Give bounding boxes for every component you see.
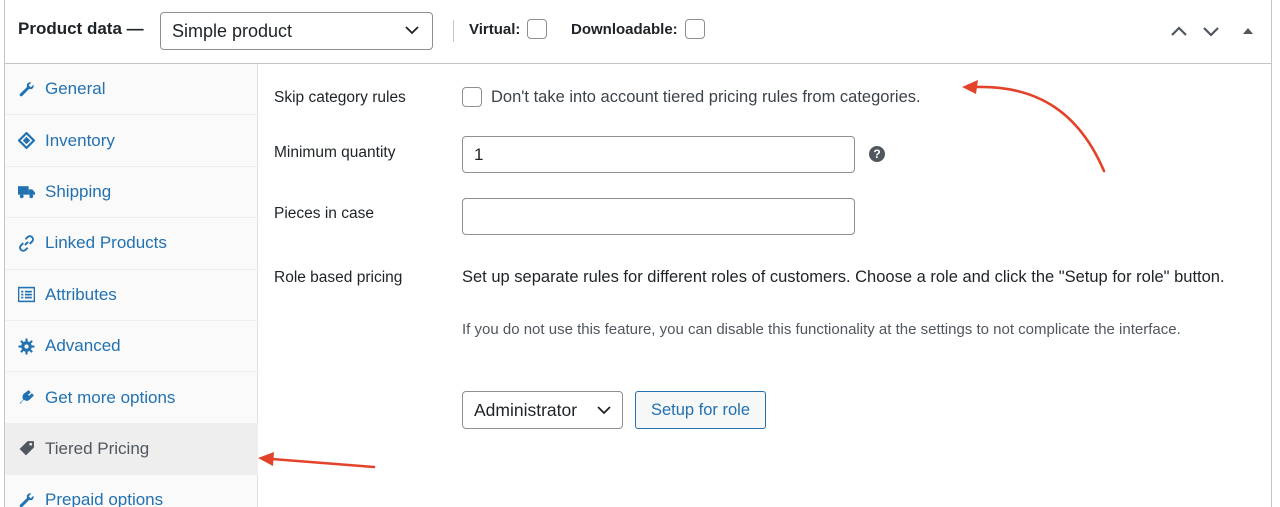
product-data-header: Product data — Simple product Virtual: D… [5, 0, 1271, 64]
tab-label: Get more options [45, 387, 176, 407]
truck-icon [18, 186, 35, 199]
link-icon [19, 235, 34, 252]
tab-label: Shipping [45, 181, 112, 201]
chevron-up-icon[interactable] [1169, 22, 1189, 40]
price-tag-icon [19, 441, 34, 456]
skip-category-label: Skip category rules [274, 89, 406, 106]
product-type-select[interactable]: Simple product [160, 12, 433, 50]
chevron-down-icon [405, 26, 419, 35]
list-icon [18, 287, 35, 303]
tab-label: General [45, 79, 106, 99]
role-pricing-description: Set up separate rules for different role… [462, 268, 1225, 286]
tab-tiered-pricing[interactable]: Tiered Pricing [5, 423, 258, 476]
tab-inventory[interactable]: Inventory [5, 115, 258, 167]
role-pricing-label: Role based pricing [274, 269, 403, 286]
chevron-down-icon [597, 406, 611, 415]
tab-attributes[interactable]: Attributes [5, 270, 258, 321]
skip-category-description: Don't take into account tiered pricing r… [491, 88, 921, 106]
plugin-icon [19, 390, 34, 404]
tab-label: Inventory [45, 130, 115, 150]
tab-label: Linked Products [45, 233, 167, 253]
tab-label: Prepaid options [45, 490, 164, 507]
tab-label: Attributes [45, 284, 117, 304]
tag-icon [18, 132, 35, 150]
minimum-quantity-label: Minimum quantity [274, 144, 396, 161]
virtual-checkbox[interactable] [527, 19, 547, 39]
pieces-in-case-label: Pieces in case [274, 205, 374, 222]
tab-general[interactable]: General [5, 64, 258, 116]
collapse-triangle-icon[interactable] [1241, 22, 1255, 40]
tab-label: Tiered Pricing [45, 438, 150, 458]
tab-prepaid-options[interactable]: Prepaid options [5, 475, 258, 507]
wrench-icon [19, 493, 34, 507]
minimum-quantity-input[interactable] [462, 136, 855, 173]
role-select[interactable]: Administrator [462, 391, 623, 429]
product-data-tabs: General Inventory Shipping Linked Produc… [5, 64, 258, 507]
role-pricing-note: If you do not use this feature, you can … [462, 321, 1181, 338]
pieces-in-case-input[interactable] [462, 198, 855, 235]
skip-category-checkbox[interactable] [462, 87, 482, 107]
virtual-label: Virtual: [469, 21, 521, 38]
product-type-value: Simple product [172, 21, 293, 41]
header-divider [453, 20, 454, 42]
help-icon[interactable]: ? [869, 146, 885, 162]
product-data-panel: Product data — Simple product Virtual: D… [4, 0, 1272, 507]
tab-advanced[interactable]: Advanced [5, 321, 258, 373]
wrench-icon [19, 82, 34, 97]
role-select-value: Administrator [474, 400, 578, 420]
panel-title: Product data — [18, 19, 144, 38]
tiered-pricing-panel: Skip category rules Don't take into acco… [259, 64, 1271, 507]
setup-for-role-button[interactable]: Setup for role [635, 391, 766, 429]
tab-shipping[interactable]: Shipping [5, 167, 258, 219]
tab-get-more-options[interactable]: Get more options [5, 372, 258, 424]
tab-label: Advanced [45, 336, 121, 356]
downloadable-checkbox[interactable] [685, 19, 705, 39]
gear-icon [18, 338, 35, 355]
tab-linked-products[interactable]: Linked Products [5, 218, 258, 270]
downloadable-label: Downloadable: [571, 21, 678, 38]
chevron-down-icon[interactable] [1201, 22, 1221, 40]
